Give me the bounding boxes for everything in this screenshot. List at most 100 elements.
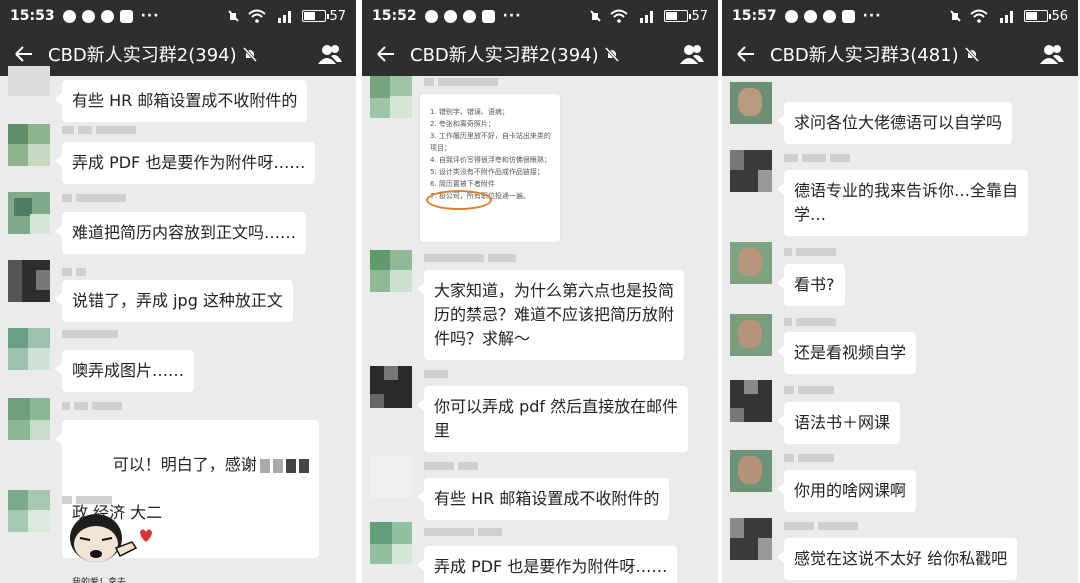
- group-members-button[interactable]: [666, 43, 718, 65]
- battery-indicator: 56: [1024, 9, 1068, 24]
- avatar[interactable]: [730, 82, 772, 124]
- app-notification-icon: [462, 9, 476, 23]
- battery-fill: [1026, 12, 1038, 20]
- message-bubble[interactable]: 大家知道，为什么第六点也是投简 历的禁忌？难道不应该把简历放附 件吗？求解～: [416, 270, 685, 360]
- avatar[interactable]: [370, 366, 412, 408]
- chat-header: CBD新人实习群2(394): [0, 32, 356, 76]
- avatar[interactable]: [730, 314, 772, 356]
- avatar[interactable]: [730, 150, 772, 192]
- chat-header: CBD新人实习群2(394): [362, 32, 718, 76]
- avatar[interactable]: [730, 518, 772, 560]
- notification-icons: ···: [424, 8, 522, 24]
- battery-icon: [664, 10, 692, 22]
- message-bubble[interactable]: 噢弄成图片……: [54, 350, 195, 392]
- group-members-icon: [318, 45, 342, 64]
- avatar[interactable]: [8, 192, 50, 234]
- app-notification-icon: [803, 9, 817, 23]
- avatar[interactable]: [8, 328, 50, 370]
- image-text-line: 5. 设计类没有不附作品或作品链接；: [430, 168, 544, 176]
- sender-name: [62, 268, 86, 278]
- message-bubble[interactable]: 弄成 PDF 也是要作为附件呀……: [416, 546, 678, 583]
- group-members-icon: [1040, 45, 1064, 64]
- message-bubble[interactable]: 语法书＋网课: [776, 402, 901, 444]
- chat-header: CBD新人实习群3(481): [722, 32, 1078, 76]
- back-button[interactable]: [722, 45, 770, 63]
- group-name: CBD新人实习群2(394): [410, 45, 599, 66]
- redacted-text: [298, 458, 309, 473]
- chat-title: CBD新人实习群3(481): [770, 41, 1026, 67]
- sender-name: [784, 454, 834, 464]
- avatar[interactable]: [370, 76, 412, 118]
- sticker-message[interactable]: 我的爱！拿去: [66, 508, 156, 583]
- message-bubble[interactable]: 你用的啥网课啊: [776, 470, 917, 512]
- screenshot-collage: 15:53 ··· 57 CBD新人实习群2(394) 有些 HR 邮箱设置成不…: [0, 0, 1080, 583]
- sender-name: [784, 522, 858, 532]
- back-arrow-icon: [737, 46, 754, 62]
- redacted-text: [259, 458, 270, 473]
- message-bubble[interactable]: 有些 HR 邮箱设置成不收附件的: [416, 478, 670, 520]
- battery-percent: 57: [691, 8, 708, 24]
- message-bubble[interactable]: 难道把简历内容放到正文吗……: [54, 212, 307, 254]
- message-bubble[interactable]: 还是看视频自学: [776, 332, 917, 374]
- app-notification-icon: [81, 9, 95, 23]
- avatar[interactable]: [730, 380, 772, 422]
- battery-percent: 57: [329, 8, 346, 24]
- sender-name: [424, 462, 478, 472]
- message-bubble[interactable]: 看书?: [777, 264, 845, 306]
- back-arrow-icon: [15, 46, 32, 62]
- avatar[interactable]: [730, 450, 772, 492]
- status-bar: 15:53 ··· 57: [0, 0, 356, 32]
- avatar[interactable]: [8, 66, 50, 96]
- sender-name: [784, 386, 834, 396]
- battery-fill: [304, 12, 316, 20]
- image-text-line: 项目；: [430, 144, 451, 152]
- mute-icon: [950, 10, 962, 22]
- group-members-button[interactable]: [1026, 43, 1078, 65]
- app-notification-icon: [822, 9, 836, 23]
- avatar[interactable]: [370, 456, 412, 498]
- status-bar: 15:57 ··· 56: [722, 0, 1078, 32]
- image-text-line: 2. 夸张和离奇照片；: [430, 120, 495, 128]
- avatar[interactable]: [8, 490, 50, 532]
- group-members-icon: [680, 45, 704, 64]
- message-bubble[interactable]: 德语专业的我来告诉你…全靠自 学…: [776, 170, 1029, 236]
- group-name: CBD新人实习群3(481): [770, 45, 959, 66]
- wifi-icon: [610, 9, 629, 23]
- chat-notification-icon: [424, 9, 438, 23]
- group-members-button[interactable]: [304, 43, 356, 65]
- app-notification-icon: [119, 9, 133, 23]
- image-text-line: 3. 工作履历里放不好，自卡站出来类的: [430, 132, 551, 140]
- message-bubble[interactable]: 你可以弄成 pdf 然后直接放在邮件 里: [416, 386, 689, 452]
- status-time: 15:52: [372, 8, 417, 24]
- group-name: CBD新人实习群2(394): [48, 45, 237, 66]
- image-message[interactable]: 1. 错别字、错误、语病； 2. 夸张和离奇照片； 3. 工作履历里放不好，自卡…: [420, 94, 560, 242]
- status-time: 15:53: [10, 8, 55, 24]
- battery-icon: [302, 10, 330, 22]
- sender-name: [62, 330, 118, 340]
- avatar[interactable]: [370, 250, 412, 292]
- app-notification-icon: [443, 9, 457, 23]
- avatar[interactable]: [370, 522, 412, 564]
- avatar[interactable]: [8, 124, 50, 166]
- sender-name: [784, 154, 850, 164]
- sender-name: [784, 318, 836, 328]
- sender-name: [62, 126, 136, 136]
- message-bubble[interactable]: 有些 HR 邮箱设置成不收附件的: [54, 80, 308, 122]
- back-button[interactable]: [362, 45, 410, 63]
- avatar[interactable]: [730, 242, 772, 284]
- redacted-text: [285, 458, 296, 473]
- message-bubble[interactable]: 弄成 PDF 也是要作为附件呀……: [54, 142, 316, 184]
- message-bubble[interactable]: 求问各位大佬德语可以自学吗: [776, 102, 1013, 144]
- avatar[interactable]: [8, 260, 50, 302]
- back-button[interactable]: [0, 45, 48, 63]
- image-text-line: 6. 简历置被下者附件: [430, 180, 495, 188]
- avatar[interactable]: [8, 398, 50, 440]
- mute-bell-icon: [242, 46, 257, 62]
- chat-title: CBD新人实习群2(394): [48, 41, 304, 67]
- status-time: 15:57: [732, 8, 777, 24]
- signal-icon: [640, 11, 654, 23]
- message-bubble[interactable]: 感觉在这说不太好 给你私戳吧: [776, 538, 1018, 580]
- battery-indicator: 57: [664, 9, 708, 24]
- meme-face-icon: [70, 514, 152, 562]
- message-bubble[interactable]: 说错了，弄成 jpg 这种放正文: [55, 280, 293, 322]
